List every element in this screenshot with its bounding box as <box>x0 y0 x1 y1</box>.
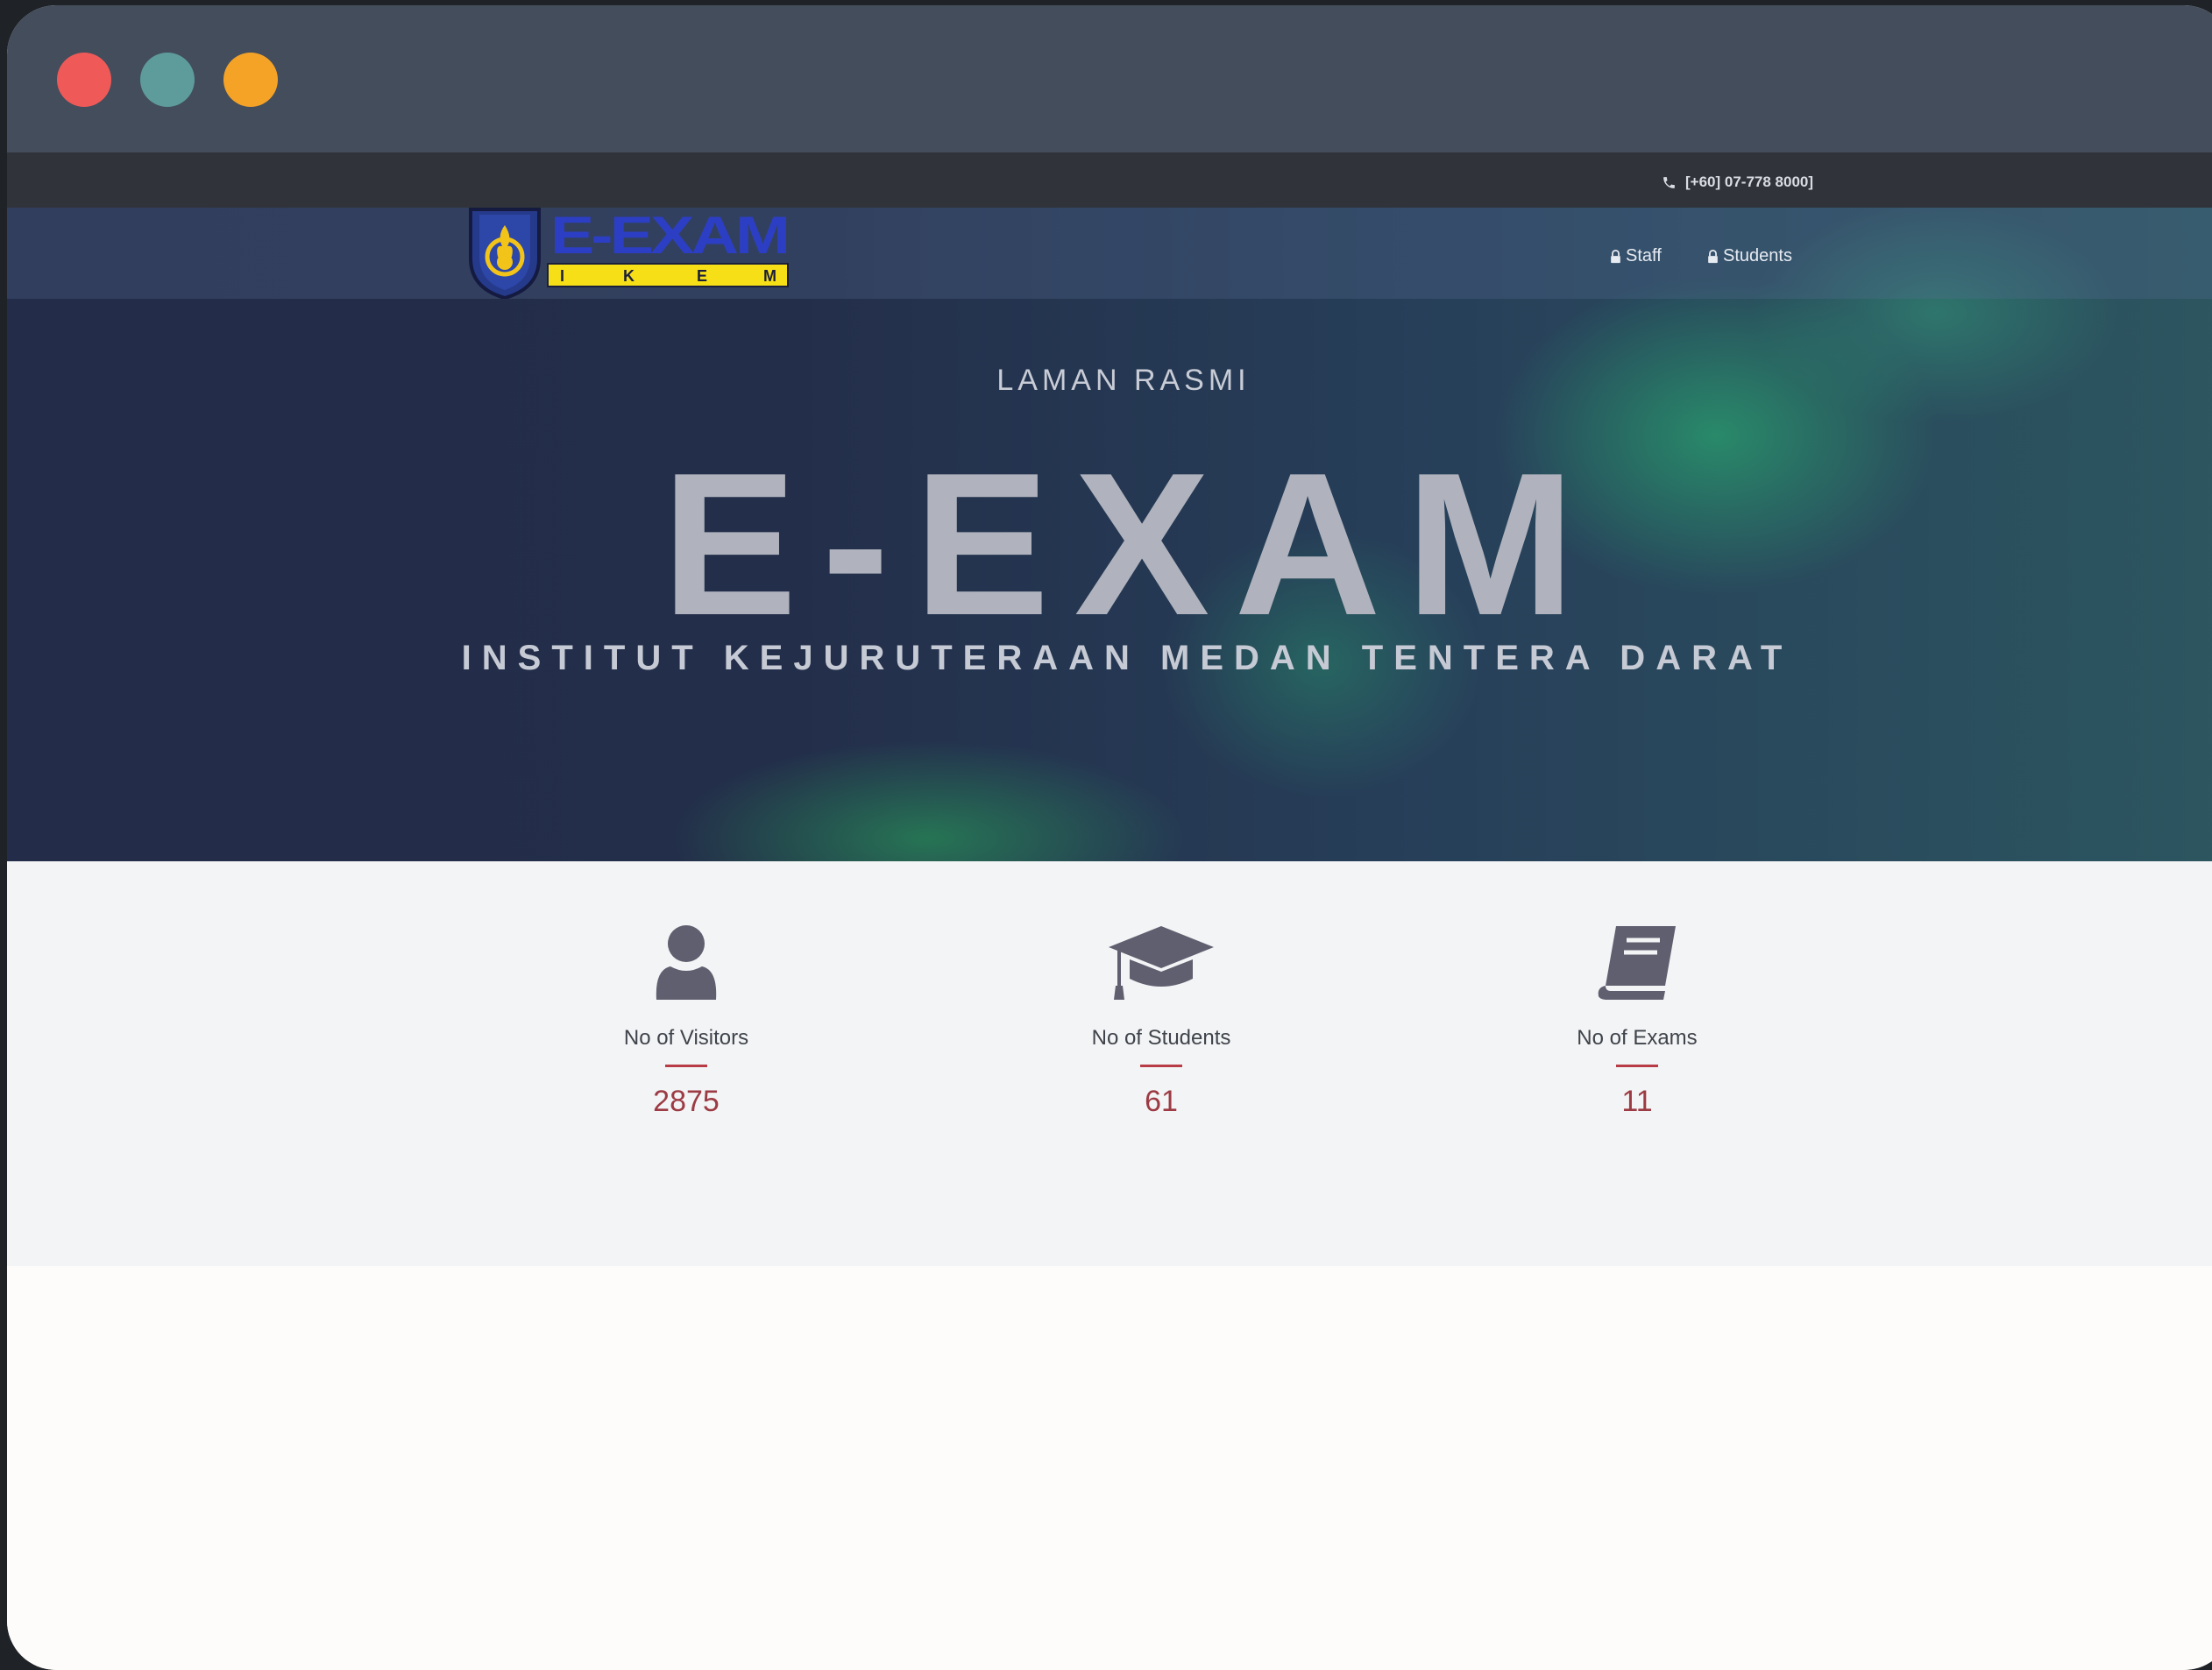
hero-subtitle: INSTITUT KEJURUTERAAN MEDAN TENTERA DARA… <box>461 639 1793 677</box>
window-chrome <box>7 5 2212 152</box>
stat-divider <box>665 1065 707 1067</box>
logo-title: E-EXAM <box>550 208 787 265</box>
logo-letter: I <box>560 267 564 285</box>
close-button[interactable] <box>57 53 111 107</box>
lock-icon <box>1708 249 1718 263</box>
hero-kicker: LAMAN RASMI <box>996 364 1251 397</box>
graduation-cap-icon <box>1109 926 1214 1000</box>
site-logo[interactable]: E-EXAM I K E M <box>467 208 791 299</box>
contact-phone[interactable]: [+60] 07-778 8000] <box>1662 173 1813 191</box>
browser-window: [+60] 07-778 8000] E-EXAM I K E M Staff <box>7 5 2212 1670</box>
stat-value: 2875 <box>653 1085 720 1118</box>
stat-value: 11 <box>1621 1085 1653 1118</box>
book-icon <box>1598 926 1676 1000</box>
nav-link-label: Staff <box>1626 246 1662 265</box>
stat-visitors: No of Visitors 2875 <box>511 924 861 1119</box>
stat-label: No of Visitors <box>623 1026 749 1050</box>
stat-divider <box>1140 1065 1182 1067</box>
stats-section: No of Visitors 2875 No of Students 61 No… <box>7 861 2212 1266</box>
nav-link-students[interactable]: Students <box>1707 246 1792 266</box>
phone-icon <box>1663 176 1675 188</box>
nav-link-staff[interactable]: Staff <box>1610 246 1662 266</box>
stat-students: No of Students 61 <box>986 924 1336 1119</box>
lock-icon <box>1611 249 1620 263</box>
stat-exams: No of Exams 11 <box>1462 924 1812 1119</box>
navbar: E-EXAM I K E M Staff Students <box>7 208 2212 299</box>
stat-value: 61 <box>1145 1085 1178 1118</box>
maximize-button[interactable] <box>223 53 278 107</box>
hero-title: E-EXAM <box>661 431 1600 658</box>
logo-letter: K <box>623 267 635 285</box>
stat-label: No of Students <box>1091 1026 1231 1050</box>
logo-letter: M <box>763 267 776 285</box>
phone-number: [+60] 07-778 8000] <box>1685 173 1814 190</box>
minimize-button[interactable] <box>140 53 195 107</box>
user-icon <box>656 925 717 1000</box>
contact-bar: [+60] 07-778 8000] <box>7 152 2212 208</box>
nav-link-label: Students <box>1723 246 1792 265</box>
stat-label: No of Exams <box>1577 1026 1698 1050</box>
hero-banner: E-EXAM I K E M Staff Students LAMAN RASM… <box>7 208 2212 861</box>
page-body-empty <box>7 1266 2212 1670</box>
logo-letter: E <box>697 267 707 285</box>
stat-divider <box>1616 1065 1658 1067</box>
